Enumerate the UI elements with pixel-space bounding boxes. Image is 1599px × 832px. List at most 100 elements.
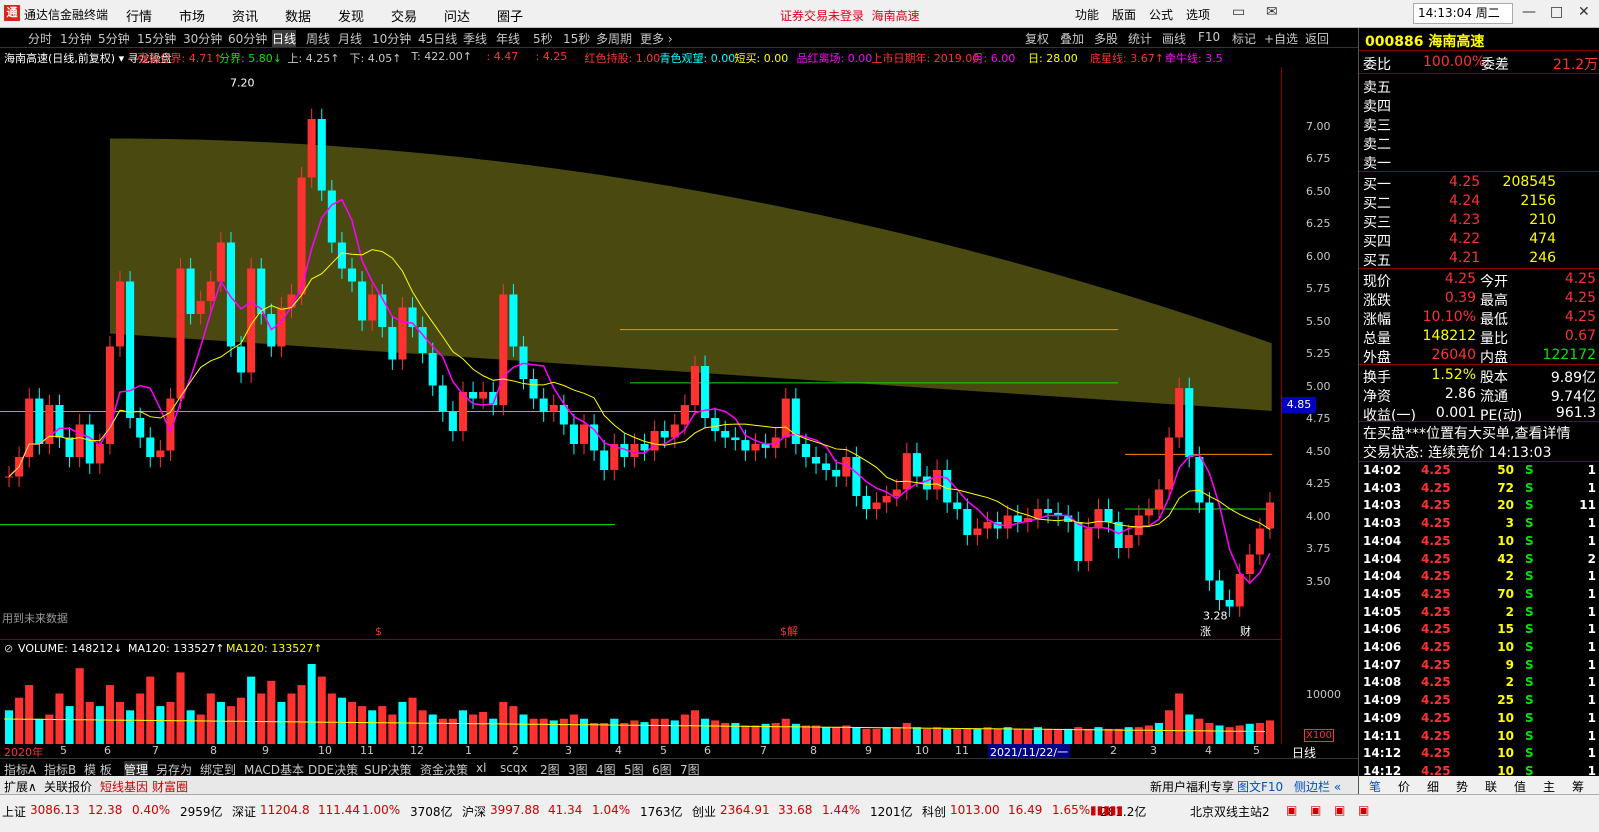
server-name[interactable]: 北京双线主站2 [1190, 803, 1270, 820]
candle-body [136, 418, 145, 438]
sell-row[interactable]: 卖三 [1359, 114, 1599, 134]
index-name[interactable]: 上证 [2, 803, 26, 820]
period-tab[interactable]: 年线 [496, 30, 520, 47]
short-gene-tab[interactable]: 短线基因 [100, 778, 148, 795]
menu-item[interactable]: 圈子 [497, 6, 523, 25]
buy-row[interactable]: 买二 4.24 2156 [1359, 192, 1599, 212]
period-tab[interactable]: 5分钟 [98, 30, 130, 47]
indicator-value: 下: 4.05↑ [349, 52, 402, 65]
panel-tab[interactable]: 筹 [1572, 778, 1584, 795]
tray-icon[interactable]: ▣ [1334, 803, 1345, 817]
wealth-circle-tab[interactable]: 财富圈 [152, 778, 188, 795]
sidebar-toggle[interactable]: 侧边栏 « [1294, 778, 1341, 795]
tool-button[interactable]: 统计 [1128, 30, 1152, 47]
period-tab[interactable]: 月线 [338, 30, 362, 47]
tool-button[interactable]: 返回 [1305, 30, 1329, 47]
menu-item[interactable]: 行情 [126, 6, 152, 25]
minimize-icon[interactable]: — [1522, 4, 1536, 20]
indicator-tab[interactable]: xl [476, 761, 486, 775]
panel-tab[interactable]: 笔 [1369, 778, 1381, 795]
menu-item[interactable]: 资讯 [232, 6, 258, 25]
tool-button[interactable]: 标记 [1232, 30, 1256, 47]
tool-button[interactable]: F10 [1198, 30, 1220, 44]
menu-function[interactable]: 功能 [1075, 6, 1099, 23]
related-quote-tab[interactable]: 关联报价 [44, 778, 92, 795]
tray-icon[interactable]: ▣ [1310, 803, 1321, 817]
menu-item[interactable]: 问达 [444, 6, 470, 25]
period-tab[interactable]: 周线 [306, 30, 330, 47]
panel-tab[interactable]: 值 [1514, 778, 1526, 795]
sell-row[interactable]: 卖五 [1359, 76, 1599, 96]
period-tab[interactable]: 1分钟 [60, 30, 92, 47]
menu-formula[interactable]: 公式 [1149, 6, 1173, 23]
tick-row: 14:05 4.25 2 S 1 [1363, 604, 1596, 619]
tool-button[interactable]: 多股 [1094, 30, 1118, 47]
period-tab-active[interactable]: 日线 [272, 30, 297, 47]
period-more[interactable]: 更多 › [640, 30, 673, 47]
period-tab[interactable]: 季线 [463, 30, 487, 47]
menu-item[interactable]: 交易 [391, 6, 417, 25]
period-tab[interactable]: 45日线 [418, 30, 457, 47]
panel-tab[interactable]: 细 [1427, 778, 1439, 795]
panel-tab[interactable]: 主 [1543, 778, 1555, 795]
candle-body [277, 307, 286, 347]
kline-chart[interactable]: 7.20 3.28 用到未来数据 $ $解 涨 财 [0, 67, 1281, 639]
price-axis: 4.85 7.00 6.75 6.50 6.25 6.00 5.75 5.50 5.25 5.0… [1281, 67, 1358, 639]
buy-row[interactable]: 买五 4.21 246 [1359, 249, 1599, 269]
candle-body [509, 294, 518, 347]
panel-tab[interactable]: 价 [1398, 778, 1410, 795]
expand-button[interactable]: 扩展∧ [4, 778, 37, 795]
volume-bar [216, 701, 225, 744]
panel-tab[interactable]: 势 [1456, 778, 1468, 795]
period-tab[interactable]: 15分钟 [137, 30, 176, 47]
tool-button[interactable]: 画线 [1162, 30, 1186, 47]
volume-bar [1003, 727, 1012, 744]
index-name[interactable]: 创业 [692, 803, 716, 820]
volume-close-icon[interactable]: ⊘ [4, 642, 13, 655]
tool-button[interactable]: 叠加 [1060, 30, 1084, 47]
period-tab[interactable]: 10分钟 [372, 30, 411, 47]
period-tab[interactable]: 60分钟 [228, 30, 267, 47]
period-tab[interactable]: 15秒 [563, 30, 590, 47]
period-tab[interactable]: 多周期 [596, 30, 632, 47]
index-name[interactable]: 沪深 [462, 803, 486, 820]
volume-bar [943, 728, 952, 744]
maximize-icon[interactable]: □ [1550, 4, 1563, 20]
menu-layout[interactable]: 版面 [1112, 6, 1136, 23]
volume-chart[interactable] [0, 657, 1281, 744]
index-name[interactable]: 深证 [232, 803, 256, 820]
candle-body [902, 453, 911, 490]
indicator-tab[interactable]: scqx [500, 761, 528, 775]
menu-item[interactable]: 数据 [285, 6, 311, 25]
menu-options[interactable]: 选项 [1186, 6, 1210, 23]
tray-icon[interactable]: ▣ [1358, 803, 1369, 817]
tool-button[interactable]: 复权 [1025, 30, 1049, 47]
period-tab[interactable]: 分时 [28, 30, 52, 47]
index-name[interactable]: 科创 [922, 803, 946, 820]
tool-button[interactable]: +自选 [1264, 30, 1298, 47]
mail-icon[interactable]: ✉ [1266, 4, 1278, 20]
sell-row[interactable]: 卖二 [1359, 133, 1599, 153]
buy-row[interactable]: 买四 4.22 474 [1359, 230, 1599, 250]
f10-link[interactable]: 图文F10 [1237, 778, 1283, 795]
buy-row[interactable]: 买一 4.25 208545 [1359, 173, 1599, 193]
sell-row[interactable]: 卖一 [1359, 152, 1599, 172]
login-notice[interactable]: 证券交易未登录 海南高速 [780, 7, 920, 24]
volume-ma1: MA120: 133527↑ [128, 642, 225, 655]
tray-icon[interactable]: ▣ [1286, 803, 1297, 817]
period-tab[interactable]: 5秒 [533, 30, 553, 47]
period-tab[interactable]: 30分钟 [183, 30, 222, 47]
big-order-notice[interactable]: 在买盘***位置有大买单,查看详情 [1359, 422, 1599, 442]
panel-tab[interactable]: 联 [1485, 778, 1497, 795]
welfare-link[interactable]: 新用户福利专享 [1150, 778, 1234, 795]
tick-row: 14:03 4.25 20 S 11 [1363, 498, 1596, 513]
close-icon[interactable]: ✕ [1578, 4, 1590, 20]
menu-item[interactable]: 发现 [338, 6, 364, 25]
buy-row[interactable]: 买三 4.23 210 [1359, 211, 1599, 231]
price-tick: 4.00 [1306, 509, 1331, 523]
candle-body [25, 398, 34, 457]
tick-row: 14:09 4.25 10 S 1 [1363, 710, 1596, 725]
sell-row[interactable]: 卖四 [1359, 95, 1599, 115]
menu-item[interactable]: 市场 [179, 6, 205, 25]
skin-icon[interactable]: ▭ [1232, 4, 1245, 20]
